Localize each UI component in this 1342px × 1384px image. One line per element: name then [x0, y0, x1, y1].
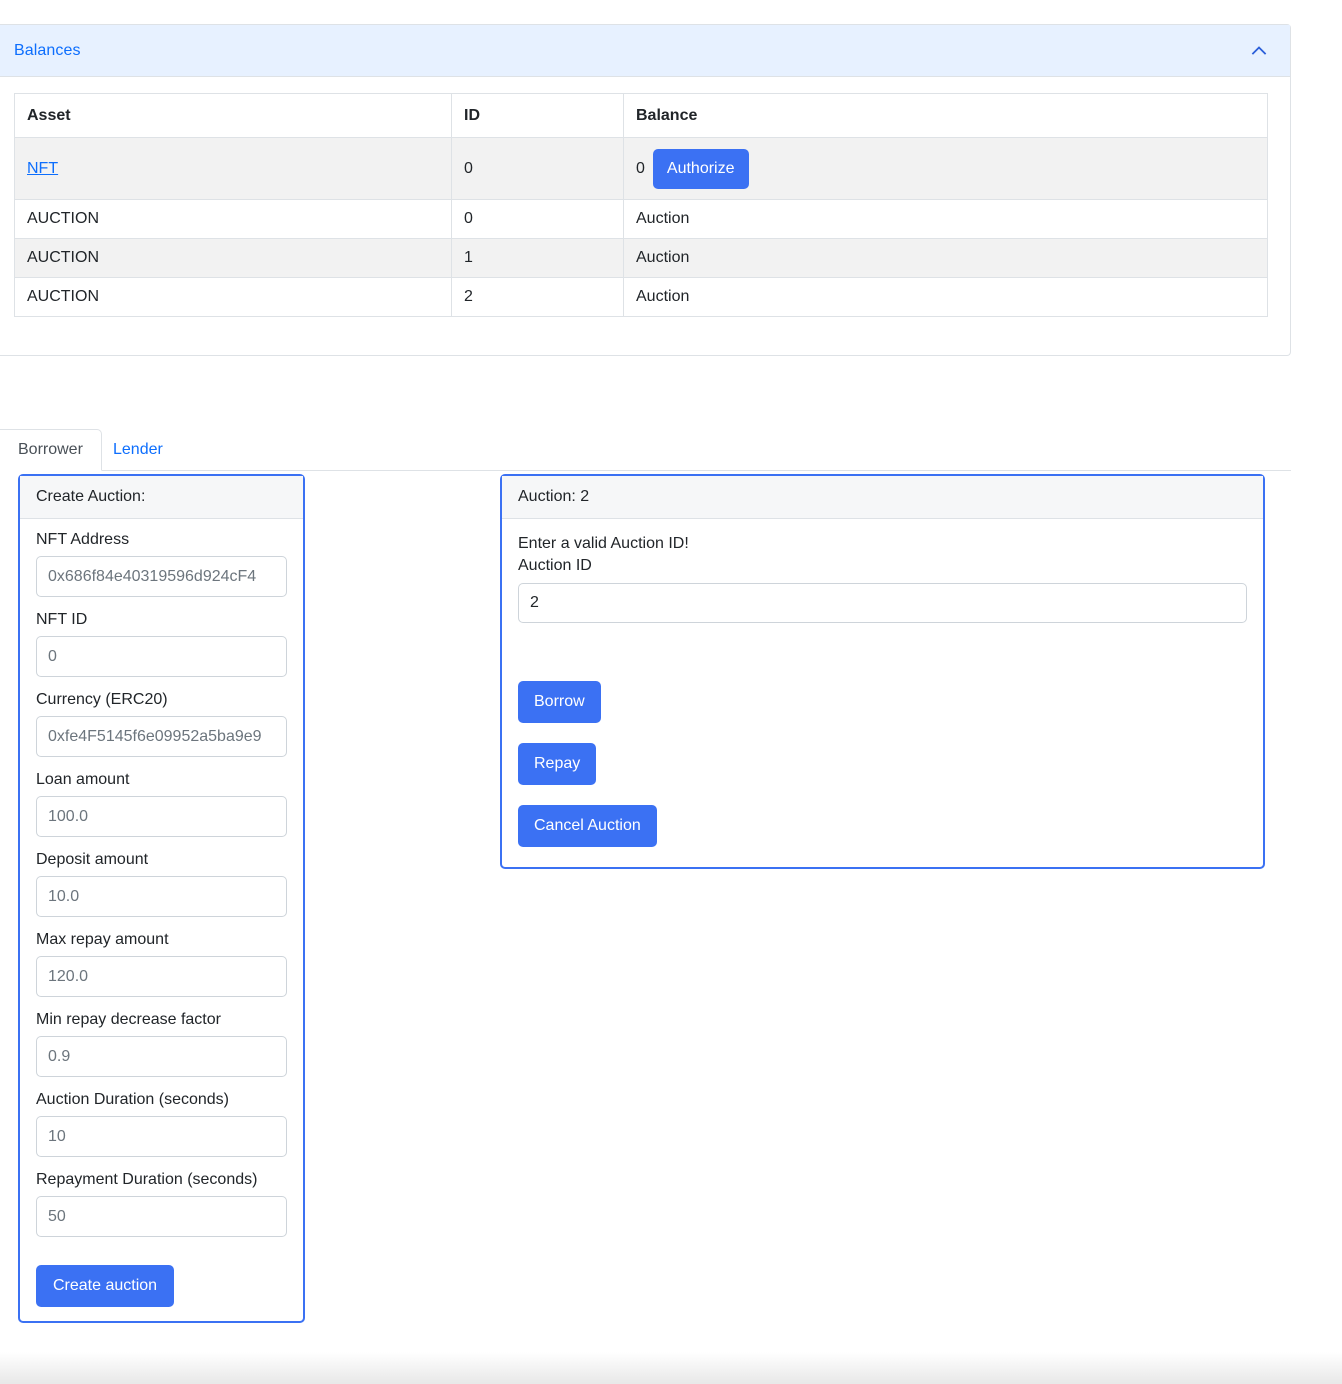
- label-nft-address: NFT Address: [36, 531, 130, 548]
- cell-asset: NFT: [14, 137, 452, 200]
- table-header-row: Asset ID Balance: [14, 93, 1268, 138]
- label-loan-amount: Loan amount: [36, 771, 130, 788]
- table-row: AUCTION 1 Auction: [14, 238, 1268, 278]
- label-nft-id: NFT ID: [36, 611, 88, 628]
- field-min-repay-decrease-factor: Min repay decrease factor: [36, 1011, 287, 1077]
- label-auction-duration: Auction Duration (seconds): [36, 1091, 229, 1108]
- field-repayment-duration: Repayment Duration (seconds): [36, 1171, 287, 1237]
- table-row: AUCTION 0 Auction: [14, 199, 1268, 239]
- cell-id: 2: [451, 277, 624, 317]
- field-currency: Currency (ERC20): [36, 691, 287, 757]
- create-auction-panel: Create Auction: NFT Address NFT ID Curre…: [18, 474, 305, 1323]
- input-nft-id[interactable]: [36, 636, 287, 677]
- balances-table: Asset ID Balance NFT 0 0 Authorize AUCTI…: [14, 93, 1268, 317]
- scroll-fade: [0, 1352, 1342, 1384]
- label-deposit-amount: Deposit amount: [36, 851, 149, 868]
- balances-title: Balances: [14, 41, 81, 59]
- repay-button[interactable]: Repay: [518, 743, 597, 785]
- auction-id-label: Auction ID: [518, 557, 592, 574]
- tab-borrower-label: Borrower: [18, 441, 83, 458]
- field-auction-duration: Auction Duration (seconds): [36, 1091, 287, 1157]
- cancel-auction-button[interactable]: Cancel Auction: [518, 805, 657, 847]
- column-header-asset: Asset: [14, 93, 452, 138]
- input-max-repay-amount[interactable]: [36, 956, 287, 997]
- input-min-repay-decrease-factor[interactable]: [36, 1036, 287, 1077]
- label-repayment-duration: Repayment Duration (seconds): [36, 1171, 258, 1188]
- field-deposit-amount: Deposit amount: [36, 851, 287, 917]
- authorize-button[interactable]: Authorize: [652, 148, 749, 189]
- label-max-repay-amount: Max repay amount: [36, 931, 169, 948]
- input-repayment-duration[interactable]: [36, 1196, 287, 1237]
- column-header-balance: Balance: [623, 93, 1268, 138]
- input-loan-amount[interactable]: [36, 796, 287, 837]
- field-nft-address: NFT Address: [36, 531, 287, 597]
- balances-header[interactable]: Balances: [0, 25, 1290, 77]
- input-currency[interactable]: [36, 716, 287, 757]
- table-row: NFT 0 0 Authorize: [14, 137, 1268, 200]
- cell-asset: AUCTION: [14, 277, 452, 317]
- cell-asset: AUCTION: [14, 238, 452, 278]
- field-loan-amount: Loan amount: [36, 771, 287, 837]
- borrow-button[interactable]: Borrow: [518, 681, 601, 723]
- cell-balance: Auction: [623, 199, 1268, 239]
- label-min-repay-decrease-factor: Min repay decrease factor: [36, 1011, 221, 1028]
- auction-action-buttons: Borrow Repay Cancel Auction: [518, 681, 1247, 847]
- create-auction-header: Create Auction:: [20, 476, 303, 519]
- tab-borrower[interactable]: Borrower: [0, 429, 102, 471]
- field-max-repay-amount: Max repay amount: [36, 931, 287, 997]
- cell-balance: Auction: [623, 277, 1268, 317]
- cell-id: 0: [451, 199, 624, 239]
- cell-balance: 0 Authorize: [623, 137, 1268, 200]
- auction-panel: Auction: 2 Enter a valid Auction ID! Auc…: [500, 474, 1265, 869]
- input-auction-duration[interactable]: [36, 1116, 287, 1157]
- cell-asset: AUCTION: [14, 199, 452, 239]
- input-deposit-amount[interactable]: [36, 876, 287, 917]
- tab-lender[interactable]: Lender: [94, 429, 182, 471]
- column-header-id: ID: [451, 93, 624, 138]
- auction-panel-body: Enter a valid Auction ID! Auction ID Bor…: [502, 519, 1263, 867]
- create-auction-body: NFT Address NFT ID Currency (ERC20) Loan…: [20, 519, 303, 1321]
- balances-card: Balances Asset ID Balance NFT 0 0 Author…: [0, 24, 1291, 356]
- auction-id-input[interactable]: [518, 583, 1247, 623]
- nft-link[interactable]: NFT: [27, 160, 58, 177]
- label-currency: Currency (ERC20): [36, 691, 168, 708]
- balances-body: Asset ID Balance NFT 0 0 Authorize AUCTI…: [0, 77, 1290, 355]
- input-nft-address[interactable]: [36, 556, 287, 597]
- cell-balance: Auction: [623, 238, 1268, 278]
- tab-strip: Borrower Lender: [0, 429, 1291, 471]
- cell-id: 1: [451, 238, 624, 278]
- cell-id: 0: [451, 137, 624, 200]
- tab-lender-label: Lender: [113, 441, 163, 458]
- auction-id-notice: Enter a valid Auction ID!: [518, 535, 689, 552]
- chevron-up-icon[interactable]: [1246, 38, 1272, 64]
- field-nft-id: NFT ID: [36, 611, 287, 677]
- table-row: AUCTION 2 Auction: [14, 277, 1268, 317]
- balance-value: 0: [636, 159, 645, 177]
- auction-panel-header: Auction: 2: [502, 476, 1263, 519]
- create-auction-button[interactable]: Create auction: [36, 1265, 175, 1307]
